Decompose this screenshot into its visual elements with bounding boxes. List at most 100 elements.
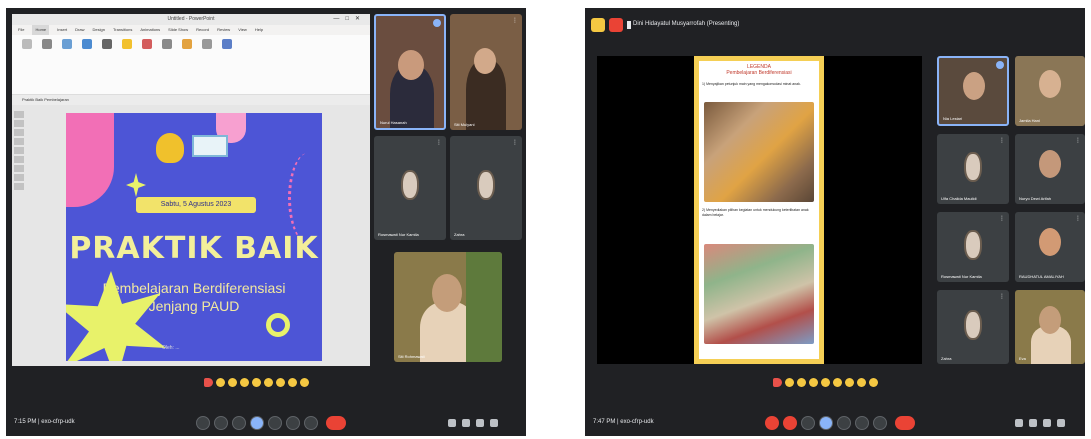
new-slide-button[interactable]	[60, 39, 74, 59]
ppt-tab[interactable]: Record	[196, 25, 209, 35]
participant-tile[interactable]: Nurul Hasanah	[374, 14, 446, 130]
participant-tile[interactable]: ⋮ Rosmawati Nur Kamila	[937, 212, 1009, 282]
dictate-button[interactable]	[220, 39, 234, 59]
ppt-tab[interactable]: Animations	[140, 25, 160, 35]
camera-button[interactable]	[214, 416, 228, 430]
party-reaction-icon[interactable]	[797, 378, 806, 387]
raise-hand-button[interactable]	[855, 416, 869, 430]
find-button[interactable]	[200, 39, 214, 59]
participant-tile[interactable]: Eva	[1015, 290, 1085, 364]
heart-reaction-icon[interactable]	[773, 378, 782, 387]
captions-button[interactable]	[232, 416, 246, 430]
people-icon[interactable]	[462, 419, 470, 427]
participant-tile[interactable]: Siti Rohmawati	[394, 252, 502, 362]
info-icon[interactable]	[1015, 419, 1023, 427]
reaction-button[interactable]	[268, 416, 282, 430]
participant-tile[interactable]: ⋮ Zahra	[450, 136, 522, 240]
sad-reaction-icon[interactable]	[845, 378, 854, 387]
info-icon[interactable]	[448, 419, 456, 427]
ppt-tab[interactable]: Draw	[75, 25, 84, 35]
chat-icon[interactable]	[476, 419, 484, 427]
decorative-squiggle	[288, 153, 322, 243]
clap-reaction-icon[interactable]	[240, 378, 249, 387]
sad-reaction-icon[interactable]	[276, 378, 285, 387]
ppt-slide-canvas: Sabtu, 5 Agustus 2023 PRAKTIK BAIK Pembe…	[12, 105, 370, 366]
surprise-reaction-icon[interactable]	[264, 378, 273, 387]
participant-tile[interactable]: ⋮ Siti Mulyani	[450, 14, 522, 130]
thinking-reaction-icon[interactable]	[288, 378, 297, 387]
reaction-bar[interactable]	[773, 378, 878, 387]
present-button[interactable]	[819, 416, 833, 430]
stop-presenting-icon[interactable]	[609, 18, 623, 32]
party-reaction-icon[interactable]	[228, 378, 237, 387]
app-icon[interactable]	[591, 18, 605, 32]
ppt-tab[interactable]: Insert	[57, 25, 67, 35]
participant-tile[interactable]: ⋮ RAUDHATUL AMALIYAH	[1015, 212, 1085, 282]
clap-reaction-icon[interactable]	[809, 378, 818, 387]
mic-button[interactable]	[765, 416, 779, 430]
layout-button[interactable]	[80, 39, 94, 59]
slide-footer: Oleh: ...	[162, 345, 180, 351]
activity-photo	[704, 244, 814, 344]
participant-name: Jamila Hani	[1019, 118, 1040, 123]
mic-off-icon: ⋮	[999, 216, 1005, 222]
more-options-button[interactable]	[873, 416, 887, 430]
font-color-button[interactable]	[120, 39, 134, 59]
ppt-tab[interactable]: Slide Show	[168, 25, 188, 35]
camera-button[interactable]	[783, 416, 797, 430]
ppt-tab[interactable]: Transitions	[113, 25, 132, 35]
participant-face	[474, 48, 496, 74]
ppt-window-title: Untitled - PowerPoint	[167, 16, 215, 22]
participant-name: Nurul Hasanah	[380, 120, 407, 125]
surprise-reaction-icon[interactable]	[833, 378, 842, 387]
quick-styles-button[interactable]	[180, 39, 194, 59]
heart-reaction-icon[interactable]	[204, 378, 213, 387]
ppt-tab[interactable]: Review	[217, 25, 230, 35]
ppt-tab[interactable]: Help	[255, 25, 263, 35]
ppt-tab[interactable]: File	[18, 25, 24, 35]
activities-icon[interactable]	[1057, 419, 1065, 427]
window-controls[interactable]: —□✕	[333, 14, 366, 25]
laugh-reaction-icon[interactable]	[252, 378, 261, 387]
people-icon[interactable]	[1029, 419, 1037, 427]
cut-button[interactable]	[40, 39, 54, 59]
participant-tile[interactable]: Nia Lestari	[937, 56, 1009, 126]
raise-hand-button[interactable]	[286, 416, 300, 430]
arrange-button[interactable]	[160, 39, 174, 59]
more-options-button[interactable]	[304, 416, 318, 430]
participant-name: Siti Mulyani	[454, 122, 475, 127]
laugh-reaction-icon[interactable]	[821, 378, 830, 387]
ppt-tab[interactable]: Design	[92, 25, 104, 35]
thumbs-down-reaction-icon[interactable]	[300, 378, 309, 387]
paste-button[interactable]	[20, 39, 34, 59]
end-call-button[interactable]	[895, 416, 915, 430]
end-call-button[interactable]	[326, 416, 346, 430]
reaction-bar[interactable]	[204, 378, 309, 387]
thumbs-down-reaction-icon[interactable]	[869, 378, 878, 387]
participant-tile[interactable]: ⋮ Zahra	[937, 290, 1009, 364]
ppt-document-tab[interactable]: Praktik Baik Pembelajaran	[12, 95, 370, 105]
pin-icon[interactable]	[996, 61, 1004, 69]
thinking-reaction-icon[interactable]	[857, 378, 866, 387]
font-color-icon	[122, 39, 132, 49]
participant-name: RAUDHATUL AMALIYAH	[1019, 274, 1064, 279]
thumbs-up-reaction-icon[interactable]	[785, 378, 794, 387]
thumbs-up-reaction-icon[interactable]	[216, 378, 225, 387]
chat-icon[interactable]	[1043, 419, 1051, 427]
shapes-button[interactable]	[140, 39, 154, 59]
slide-thumbnails[interactable]	[14, 109, 28, 359]
participant-tile[interactable]: ⋮ Rosmawati Nur Kamila	[374, 136, 446, 240]
font-bold-button[interactable]	[100, 39, 114, 59]
reaction-button[interactable]	[837, 416, 851, 430]
present-button[interactable]	[250, 416, 264, 430]
participant-tile[interactable]: Jamila Hani	[1015, 56, 1085, 126]
ppt-tab-home[interactable]: Home	[32, 25, 50, 35]
present-indicator-icon	[627, 21, 631, 29]
ppt-tab[interactable]: View	[238, 25, 247, 35]
activities-icon[interactable]	[490, 419, 498, 427]
participant-tile[interactable]: ⋮ Ulfa Chalida Maulidi	[937, 134, 1009, 204]
captions-button[interactable]	[801, 416, 815, 430]
participant-tile[interactable]: ⋮ Nuryo Dewi Arifah	[1015, 134, 1085, 204]
pin-icon[interactable]	[433, 19, 441, 27]
mic-button[interactable]	[196, 416, 210, 430]
